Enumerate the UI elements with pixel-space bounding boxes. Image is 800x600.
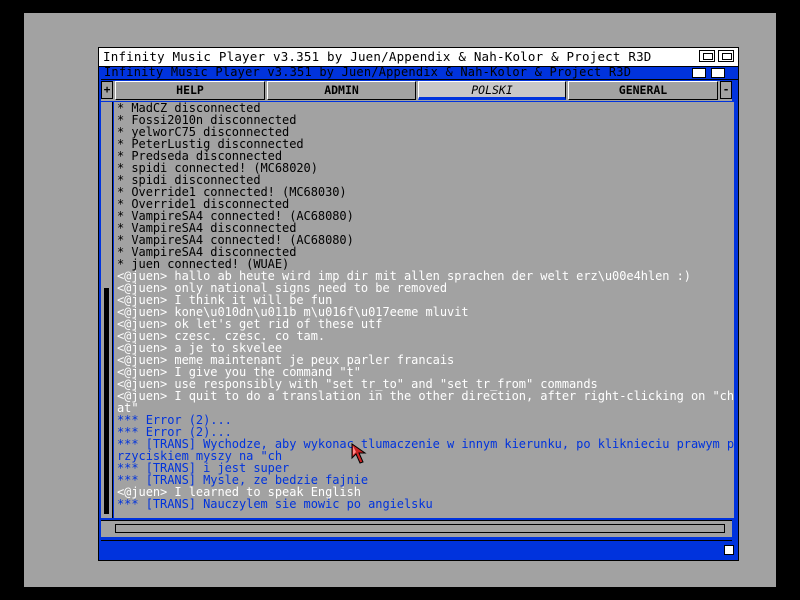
- vertical-scrollbar[interactable]: [101, 102, 113, 518]
- channel-tabs: + HELP ADMIN POLSKI GENERAL -: [101, 81, 732, 101]
- inner-zoom-gadget-icon[interactable]: [711, 68, 725, 78]
- irc-window: Infinity Music Player v3.351 by Juen/App…: [98, 47, 739, 561]
- mouse-pointer-icon: [351, 443, 367, 464]
- input-bar: [101, 540, 732, 557]
- tab-general[interactable]: GENERAL: [568, 81, 718, 100]
- depth-gadget-icon[interactable]: [699, 50, 715, 62]
- tab-admin[interactable]: ADMIN: [267, 81, 416, 100]
- chat-log: * MadCZ disconnected * Fossi2010n disconn…: [114, 102, 734, 518]
- tab-help[interactable]: HELP: [115, 81, 265, 100]
- window-title: Infinity Music Player v3.351 by Juen/App…: [103, 49, 652, 64]
- tab-polski[interactable]: POLSKI: [418, 81, 566, 100]
- tabs-scroll-right-button[interactable]: -: [720, 81, 732, 99]
- message-input[interactable]: [115, 542, 720, 555]
- inner-depth-gadget-icon[interactable]: [692, 68, 706, 78]
- resize-gadget-icon[interactable]: [724, 545, 734, 555]
- scrollbar-knob[interactable]: [104, 288, 109, 514]
- chat-line: *** [TRANS] Nauczylem sie mowic po angie…: [117, 497, 433, 511]
- tabs-scroll-left-button[interactable]: +: [101, 81, 113, 99]
- horizontal-scrollbar[interactable]: [101, 520, 732, 537]
- inner-titlebar[interactable]: Infinity Music Player v3.351 by Juen/App…: [101, 65, 738, 80]
- horizontal-scroll-track[interactable]: [115, 524, 725, 533]
- chat-line: <@juen> I quit to do a translation in th…: [117, 389, 734, 403]
- inner-title: Infinity Music Player v3.351 by Juen/App…: [104, 65, 632, 79]
- zoom-gadget-icon[interactable]: [718, 50, 734, 62]
